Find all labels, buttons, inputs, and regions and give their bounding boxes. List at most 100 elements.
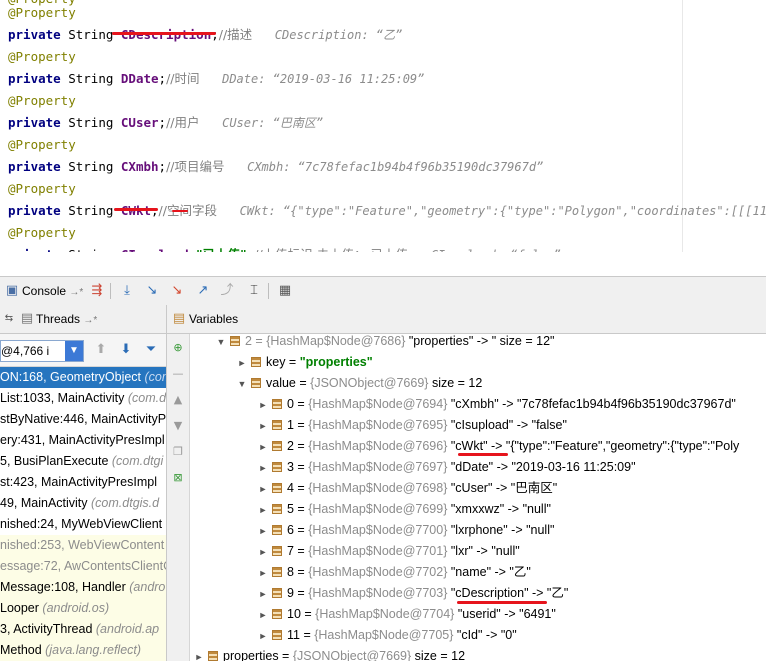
collapsed-arrow-icon[interactable]: ►: [257, 395, 269, 416]
variable-node[interactable]: ► 3 = {HashMap$Node@7697} "dDate" -> "201…: [257, 457, 636, 478]
tab-console[interactable]: Console →*: [22, 281, 83, 301]
annotation-line[interactable]: @Property: [8, 90, 76, 112]
annotation-line[interactable]: @Property: [8, 222, 76, 244]
step-out-icon[interactable]: ↗: [194, 282, 212, 300]
variable-text: "cWkt" -> "{"type":"Feature","geometry":…: [450, 439, 740, 453]
tab-variables[interactable]: Variables: [189, 309, 238, 329]
add-watch-icon[interactable]: ⊕: [170, 340, 186, 356]
stack-frame-row[interactable]: Method (java.lang.reflect): [0, 640, 166, 661]
variable-node[interactable]: ► 7 = {HashMap$Node@7701} "lxr" -> "null": [257, 541, 520, 562]
run-to-cursor-icon[interactable]: ⌶: [245, 282, 263, 300]
variable-text: "name" -> "乙": [450, 565, 531, 579]
variable-node[interactable]: ▼ 2 = {HashMap$Node@7686} "properties" ->…: [215, 331, 555, 353]
watches-icon[interactable]: ⊠: [170, 470, 186, 486]
variable-node[interactable]: ► 11 = {HashMap$Node@7705} "cId" -> "0": [257, 625, 517, 646]
field-declaration[interactable]: private String CWkt;//空间字段 CWkt: “{"type…: [8, 200, 766, 222]
thread-dropdown[interactable]: @4,766 i ▼: [0, 340, 84, 362]
annotation-line[interactable]: @Property: [8, 46, 76, 68]
code-editor[interactable]: @Property @Property private String CDescri…: [0, 0, 766, 252]
stack-frame-row[interactable]: List:1033, MainActivity (com.d: [0, 388, 166, 409]
field-icon: [272, 483, 282, 493]
collapsed-arrow-icon[interactable]: ►: [257, 521, 269, 542]
field-declaration[interactable]: private String CXmbh;//项目编号 CXmbh: “7c78…: [8, 156, 543, 178]
field-declaration[interactable]: private String CIsupload="已上传";//上传标识 未上…: [8, 244, 561, 252]
collapsed-arrow-icon[interactable]: ►: [257, 500, 269, 521]
step-over-icon[interactable]: ⤓: [118, 282, 136, 300]
collapsed-arrow-icon[interactable]: ►: [257, 437, 269, 458]
field-icon: [272, 525, 282, 535]
variable-node[interactable]: ► 10 = {HashMap$Node@7704} "userid" -> "6…: [257, 604, 556, 625]
stack-frame-row[interactable]: Looper (android.os): [0, 598, 166, 619]
remove-watch-icon[interactable]: —: [170, 366, 186, 382]
variable-text: {HashMap$Node@7702}: [308, 565, 451, 579]
inline-debug-value: CXmbh: “7c78fefac1b94b4f96b35190dc37967d…: [247, 160, 544, 174]
variable-node[interactable]: ► 1 = {HashMap$Node@7695} "cIsupload" -> …: [257, 415, 567, 436]
debug-toolbar: ▣ Console →* ⇶ ⤓ ↘ ↘ ↗ ⤴ ⌶ ▦: [0, 276, 766, 306]
field-declaration[interactable]: private String DDate;//时间 DDate: “2019-0…: [8, 68, 424, 90]
variable-node[interactable]: ► 6 = {HashMap$Node@7700} "lxrphone" -> "…: [257, 520, 555, 542]
collapsed-arrow-icon[interactable]: ►: [257, 563, 269, 584]
panel-splitter[interactable]: [0, 252, 766, 276]
stack-frame-method: 5, BusiPlanExecute: [0, 454, 112, 468]
variable-node[interactable]: ▼ value = {JSONObject@7669} size = 12: [236, 373, 483, 395]
stack-frame-row[interactable]: nished:253, WebViewContent: [0, 535, 166, 556]
drop-frame-icon[interactable]: ⤴: [218, 282, 236, 300]
stack-frame-row[interactable]: ery:431, MainActivityPresImpl: [0, 430, 166, 451]
arrow-down-icon[interactable]: ⬇: [117, 341, 135, 359]
collapsed-arrow-icon[interactable]: ►: [257, 542, 269, 563]
stack-frame-row[interactable]: 3, ActivityThread (android.ap: [0, 619, 166, 640]
arrow-up-icon[interactable]: ⬆: [92, 341, 110, 359]
variables-gutter: ⊕ — ▲ ▼ ❐ ⊠: [167, 334, 190, 661]
tab-threads-pin[interactable]: →*: [83, 315, 97, 326]
variable-text: {HashMap$Node@7703}: [308, 586, 451, 600]
variable-node[interactable]: ► key = "properties": [236, 352, 373, 373]
move-up-icon[interactable]: ▲: [170, 392, 186, 408]
variable-text: "cXmbh" -> "7c78fefac1b94b4f96b35190dc37…: [450, 397, 736, 411]
collapsed-arrow-icon[interactable]: ►: [257, 584, 269, 605]
annotation-line[interactable]: @Property: [8, 2, 76, 24]
variable-node[interactable]: ► 4 = {HashMap$Node@7698} "cUser" -> "巴南区…: [257, 478, 558, 500]
evaluate-expression-icon[interactable]: ▦: [276, 282, 294, 300]
collapsed-arrow-icon[interactable]: ►: [257, 458, 269, 479]
stack-frame-method: Method: [0, 643, 46, 657]
stack-frame-row[interactable]: stByNative:446, MainActivityP: [0, 409, 166, 430]
collapsed-arrow-icon[interactable]: ►: [257, 479, 269, 500]
variable-node[interactable]: ► 0 = {HashMap$Node@7694} "cXmbh" -> "7c7…: [257, 394, 736, 415]
variable-text: {HashMap$Node@7694}: [308, 397, 451, 411]
move-down-icon[interactable]: ▼: [170, 418, 186, 434]
collapsed-arrow-icon[interactable]: ►: [236, 353, 248, 374]
collapsed-arrow-icon[interactable]: ►: [257, 605, 269, 626]
frames-pin-icon[interactable]: ⇆: [0, 310, 18, 328]
stack-frame-row[interactable]: Message:108, Handler (andro: [0, 577, 166, 598]
show-execution-point-icon[interactable]: ⇶: [88, 282, 106, 300]
step-into-icon[interactable]: ↘: [143, 282, 161, 300]
stack-frame-row[interactable]: 49, MainActivity (com.dtgis.d: [0, 493, 166, 514]
variable-node[interactable]: ► 5 = {HashMap$Node@7699} "xmxxwz" -> "nu…: [257, 499, 551, 520]
tab-threads[interactable]: Threads →*: [36, 309, 97, 329]
expanded-arrow-icon[interactable]: ▼: [215, 332, 227, 353]
expanded-arrow-icon[interactable]: ▼: [236, 374, 248, 395]
inline-debug-value: CDescription: “乙”: [274, 28, 403, 42]
annotation-line[interactable]: @Property: [8, 178, 76, 200]
filter-icon[interactable]: ⏷: [142, 341, 160, 359]
force-step-into-icon[interactable]: ↘: [168, 282, 186, 300]
copy-icon[interactable]: ❐: [170, 444, 186, 460]
field-declaration[interactable]: private String CUser;//用户 CUser: “巴南区”: [8, 112, 323, 134]
stack-frame-row[interactable]: nished:24, MyWebViewClient: [0, 514, 166, 535]
stack-frame-row[interactable]: st:423, MainActivityPresImpl: [0, 472, 166, 493]
field-declaration[interactable]: private String CDescription;//描述 CDescri…: [8, 24, 402, 46]
annotation-line[interactable]: @Property: [8, 134, 76, 156]
collapsed-arrow-icon[interactable]: ►: [257, 416, 269, 437]
stack-frame-row[interactable]: essage:72, AwContentsClientC: [0, 556, 166, 577]
variable-text: {HashMap$Node@7696}: [308, 439, 451, 453]
tab-console-pin[interactable]: →*: [69, 287, 83, 298]
variable-text: {JSONObject@7669}: [292, 649, 415, 661]
chevron-down-icon[interactable]: ▼: [65, 341, 83, 361]
collapsed-arrow-icon[interactable]: ►: [257, 626, 269, 647]
collapsed-arrow-icon[interactable]: ►: [193, 647, 205, 661]
stack-frame-row[interactable]: ON:168, GeometryObject (com.d: [0, 367, 166, 388]
variable-node[interactable]: ► properties = {JSONObject@7669} size = 1…: [193, 646, 465, 661]
variable-node[interactable]: ► 8 = {HashMap$Node@7702} "name" -> "乙": [257, 562, 531, 583]
tab-console-label: Console: [22, 284, 67, 298]
stack-frame-row[interactable]: 5, BusiPlanExecute (com.dtgi: [0, 451, 166, 472]
